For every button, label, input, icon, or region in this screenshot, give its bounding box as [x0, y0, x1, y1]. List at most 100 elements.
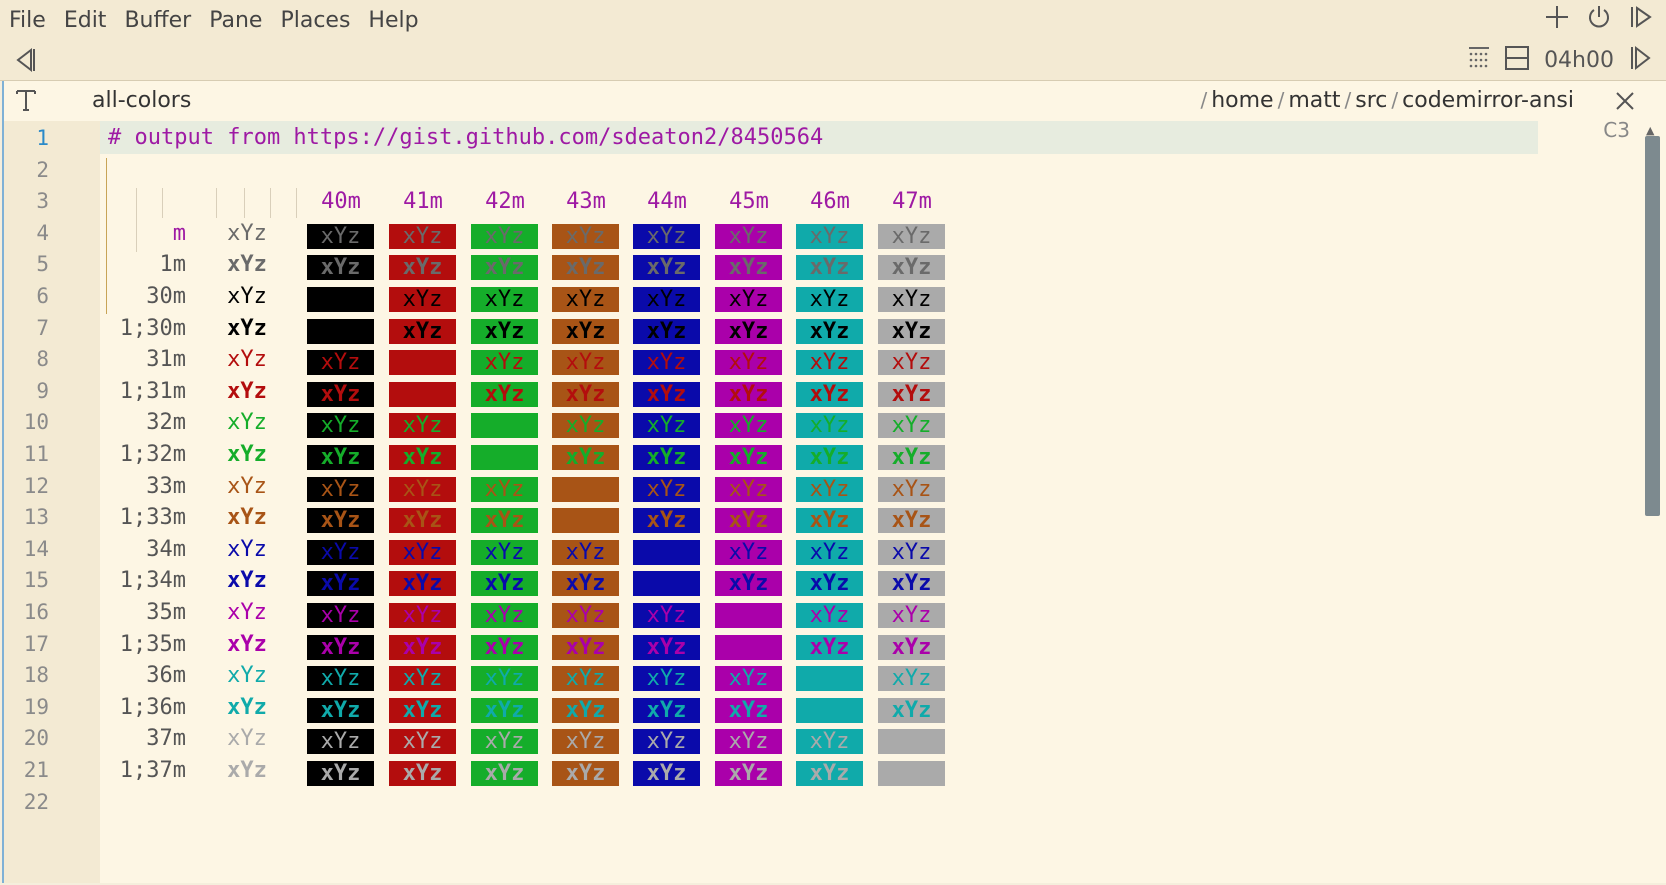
color-cell [552, 476, 619, 502]
row-label: 30m [146, 284, 186, 309]
scrollbar[interactable]: ▲ [1645, 124, 1660, 881]
row-label: 35m [146, 600, 186, 625]
menu-places[interactable]: Places [271, 8, 359, 33]
color-cell: xYz [796, 571, 863, 597]
color-cell: xYz [715, 255, 782, 281]
color-cell [878, 729, 945, 755]
color-cell: xYz [552, 413, 619, 439]
color-cell: xYz [471, 697, 538, 723]
triangle-left-icon[interactable] [14, 46, 40, 78]
menu-buffer[interactable]: Buffer [115, 8, 200, 33]
color-cell: xYz [878, 603, 945, 628]
color-cell: xYz [307, 697, 374, 723]
color-cell [633, 571, 700, 597]
breadcrumb-matt[interactable]: matt [1288, 88, 1340, 113]
color-cell: xYz [633, 603, 700, 628]
color-cell: xYz [878, 223, 945, 249]
color-cell: xYz [878, 634, 945, 660]
dotted-grid-icon[interactable] [1468, 45, 1490, 75]
menu-file[interactable]: File [0, 8, 55, 33]
color-cell: xYz [715, 666, 782, 692]
color-cell: xYz [633, 381, 700, 407]
color-cell: xYz [633, 318, 700, 344]
color-cell: xYz [471, 666, 538, 692]
row-label: 1;30m [119, 315, 186, 341]
color-cell: xYz [307, 539, 374, 565]
fg-sample: xYz [227, 252, 267, 278]
bg-header: 44m [647, 189, 687, 215]
indent-guide [162, 188, 163, 218]
bg-header: 47m [892, 189, 932, 215]
menu-edit[interactable]: Edit [55, 8, 116, 33]
color-cell: xYz [389, 508, 456, 534]
color-cell: xYz [389, 729, 456, 755]
color-cell: xYz [796, 634, 863, 660]
color-cell: xYz [878, 571, 945, 597]
row-label: 33m [146, 473, 186, 499]
color-cell: xYz [715, 223, 782, 249]
color-cell: xYz [471, 255, 538, 281]
color-cell [796, 697, 863, 723]
breadcrumb-home[interactable]: home [1211, 88, 1273, 113]
color-cell: xYz [796, 255, 863, 281]
color-cell: xYz [389, 571, 456, 597]
color-cell: xYz [715, 508, 782, 534]
color-cell: xYz [307, 571, 374, 597]
color-cell: xYz [878, 539, 945, 565]
color-cell: xYz [552, 223, 619, 249]
row-label: 34m [146, 536, 186, 562]
color-cell: xYz [307, 603, 374, 628]
row-label: 1;34m [119, 568, 186, 594]
buffer-name[interactable]: all-colors [92, 88, 191, 113]
line-number: 1 [36, 126, 49, 150]
bg-header: 42m [485, 189, 525, 215]
color-cell: xYz [552, 697, 619, 723]
row-label: 1m [159, 252, 187, 278]
color-cell: xYz [307, 508, 374, 534]
color-cell: xYz [552, 255, 619, 281]
color-cell: xYz [552, 318, 619, 344]
fg-sample: xYz [227, 347, 267, 373]
panel-toggle-icon[interactable] [1628, 4, 1654, 34]
color-cell [389, 381, 456, 407]
triangle-right-icon[interactable] [1628, 44, 1652, 76]
color-cell: xYz [878, 413, 945, 439]
color-cell [471, 413, 538, 439]
color-cell [307, 318, 374, 344]
color-cell: xYz [552, 539, 619, 565]
timer: 04h00 [1544, 47, 1614, 73]
menu-pane[interactable]: Pane [200, 8, 271, 33]
color-cell: xYz [307, 350, 374, 376]
color-cell [715, 603, 782, 628]
color-cell: xYz [389, 697, 456, 723]
bg-header: 45m [729, 189, 769, 215]
fg-sample: xYz [227, 758, 267, 783]
color-cell: xYz [633, 223, 700, 249]
row-label: 37m [146, 726, 186, 752]
split-pane-icon[interactable] [1504, 45, 1530, 75]
line-number: 3 [36, 189, 49, 214]
color-cell: xYz [307, 413, 374, 439]
color-cell: xYz [715, 729, 782, 755]
color-cell: xYz [633, 634, 700, 660]
plus-icon[interactable] [1544, 4, 1570, 34]
color-cell: xYz [307, 381, 374, 407]
close-icon[interactable] [1614, 90, 1636, 116]
power-icon[interactable] [1586, 4, 1612, 34]
color-cell: xYz [715, 318, 782, 344]
color-cell: xYz [471, 634, 538, 660]
color-cell: xYz [796, 539, 863, 565]
scrollbar-thumb[interactable] [1645, 136, 1660, 516]
breadcrumb-src[interactable]: src [1355, 88, 1387, 113]
color-cell: xYz [307, 476, 374, 502]
color-cell: xYz [471, 539, 538, 565]
indent-guide [296, 188, 297, 218]
menu-help[interactable]: Help [359, 8, 427, 33]
row-label: 1;33m [119, 505, 186, 531]
row-label: 32m [146, 410, 186, 436]
color-cell: xYz [471, 508, 538, 534]
breadcrumb-codemirror-ansi[interactable]: codemirror-ansi [1402, 88, 1574, 113]
fg-sample: xYz [227, 694, 267, 720]
row-label: 1;31m [119, 378, 186, 404]
indent-guide [216, 188, 217, 218]
